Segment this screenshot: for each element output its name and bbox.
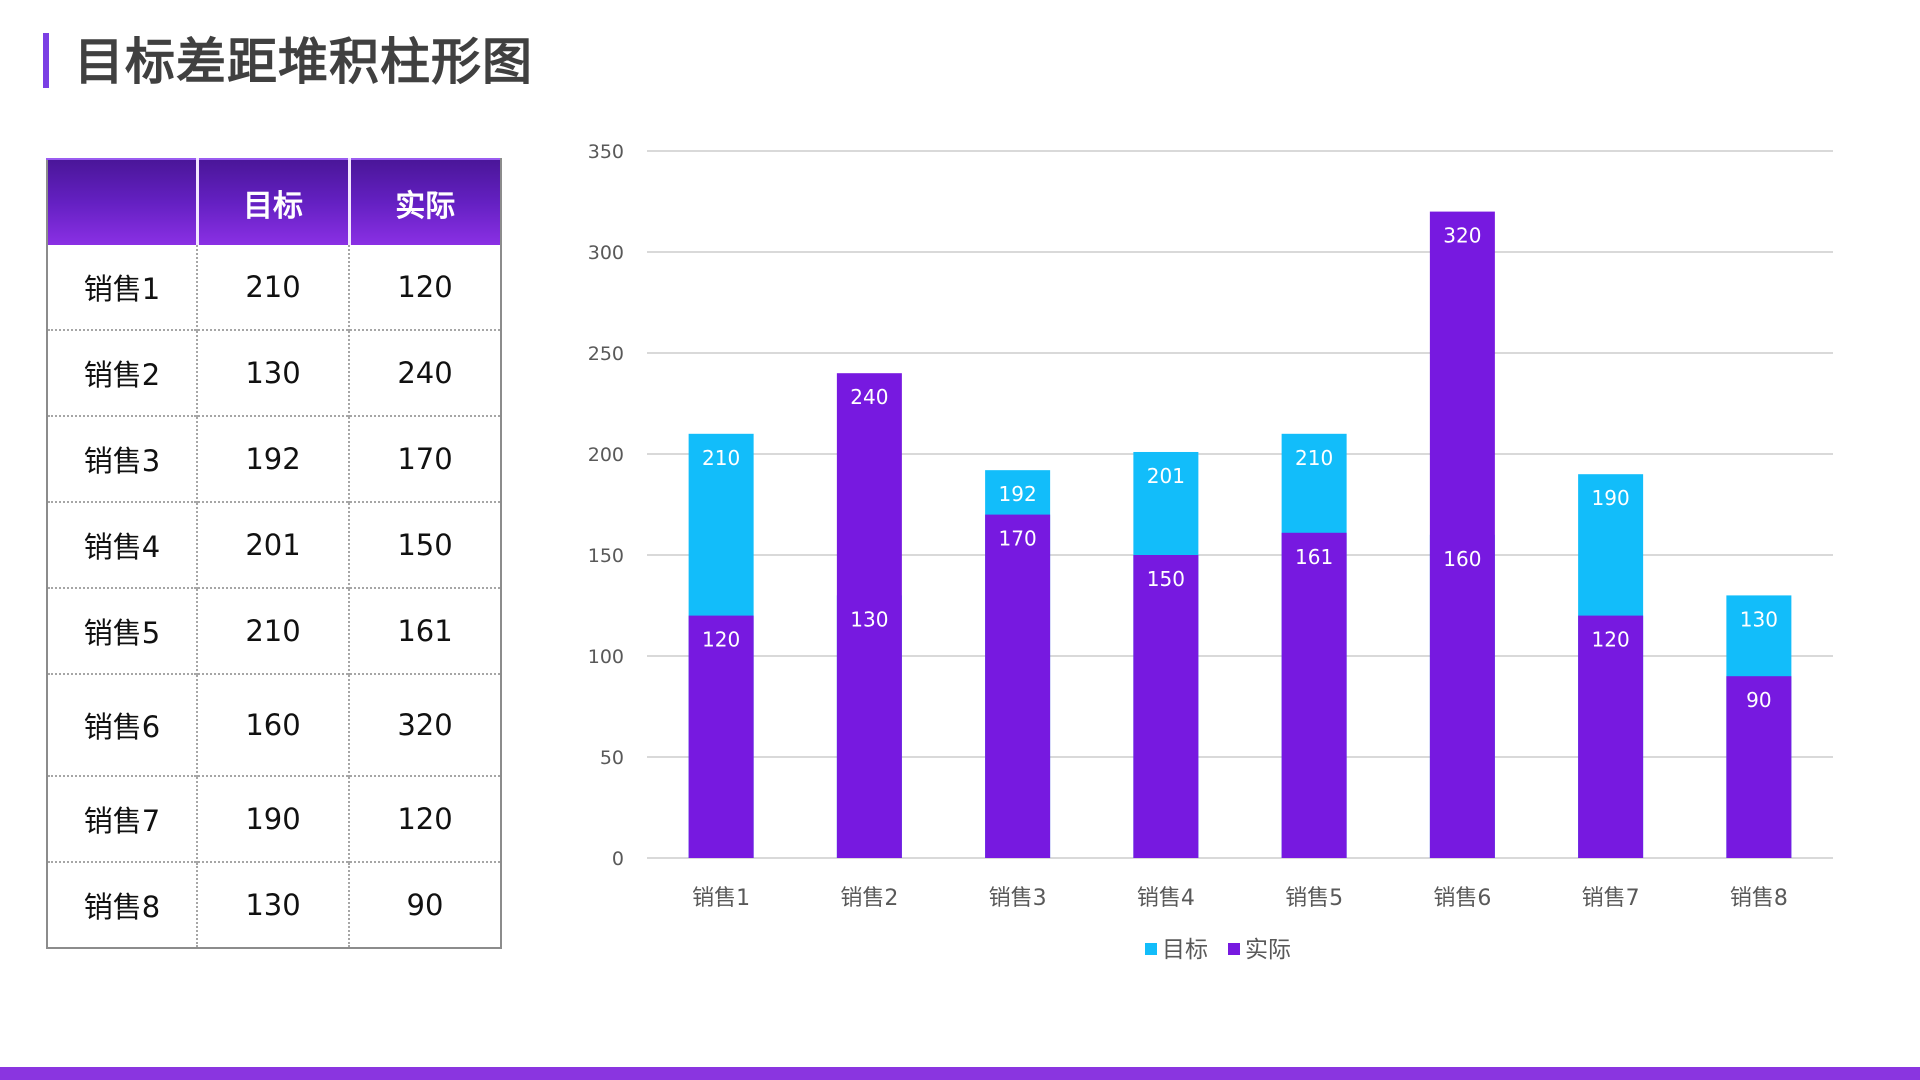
y-tick-label: 0	[612, 848, 624, 870]
footer-band	[0, 1067, 1920, 1080]
legend: 目标 实际	[1145, 937, 1291, 963]
y-axis-ticks: 0 50 100 150 200 250 300 350	[588, 141, 624, 870]
y-tick-label: 350	[588, 141, 624, 163]
data-label-actual: 90	[1746, 688, 1771, 712]
data-label-target: 130	[850, 607, 888, 631]
x-tick-label: 销售5	[1285, 886, 1343, 911]
bar-actual	[688, 615, 754, 858]
data-label-actual: 170	[999, 527, 1037, 551]
y-tick-label: 100	[588, 646, 624, 668]
target-gap-chart: 0 50 100 150 200 250 300 350 210 130 192 201 210 160…	[588, 141, 1833, 963]
x-tick-label: 销售4	[1137, 886, 1195, 911]
x-tick-label: 销售7	[1582, 886, 1640, 911]
data-label-target: 192	[999, 482, 1037, 506]
y-tick-label: 50	[600, 747, 624, 769]
bars	[688, 211, 1792, 859]
legend-label-actual: 实际	[1245, 937, 1291, 963]
data-label-target: 210	[1295, 446, 1333, 470]
data-label-target: 190	[1592, 486, 1630, 510]
x-tick-label: 销售3	[989, 886, 1047, 911]
bar-actual	[1578, 615, 1644, 858]
data-label-target: 210	[702, 446, 740, 470]
data-label-actual: 161	[1295, 545, 1333, 569]
bar-actual	[1281, 532, 1347, 858]
bar-actual	[1429, 211, 1495, 859]
y-tick-label: 150	[588, 545, 624, 567]
y-tick-label: 250	[588, 343, 624, 365]
x-tick-label: 销售2	[840, 886, 898, 911]
x-tick-label: 销售8	[1730, 886, 1788, 911]
x-tick-label: 销售1	[692, 886, 750, 911]
data-label-actual: 240	[850, 385, 888, 409]
data-label-target: 130	[1740, 607, 1778, 631]
x-axis-ticks: 销售1 销售2 销售3 销售4 销售5 销售6 销售7 销售8	[692, 886, 1788, 911]
legend-label-target: 目标	[1162, 937, 1208, 963]
y-tick-label: 300	[588, 242, 624, 264]
data-label-target: 201	[1147, 464, 1185, 488]
data-label-actual: 120	[1592, 628, 1630, 652]
x-tick-label: 销售6	[1433, 886, 1491, 911]
data-label-actual: 150	[1147, 567, 1185, 591]
legend-swatch-actual	[1228, 943, 1240, 955]
y-tick-label: 200	[588, 444, 624, 466]
data-label-actual: 320	[1443, 224, 1481, 248]
bar-actual	[1133, 555, 1199, 858]
gridlines	[647, 150, 1833, 859]
data-label-actual: 120	[702, 628, 740, 652]
bar-actual	[985, 514, 1051, 858]
data-label-target: 160	[1443, 547, 1481, 571]
legend-swatch-target	[1145, 943, 1157, 955]
